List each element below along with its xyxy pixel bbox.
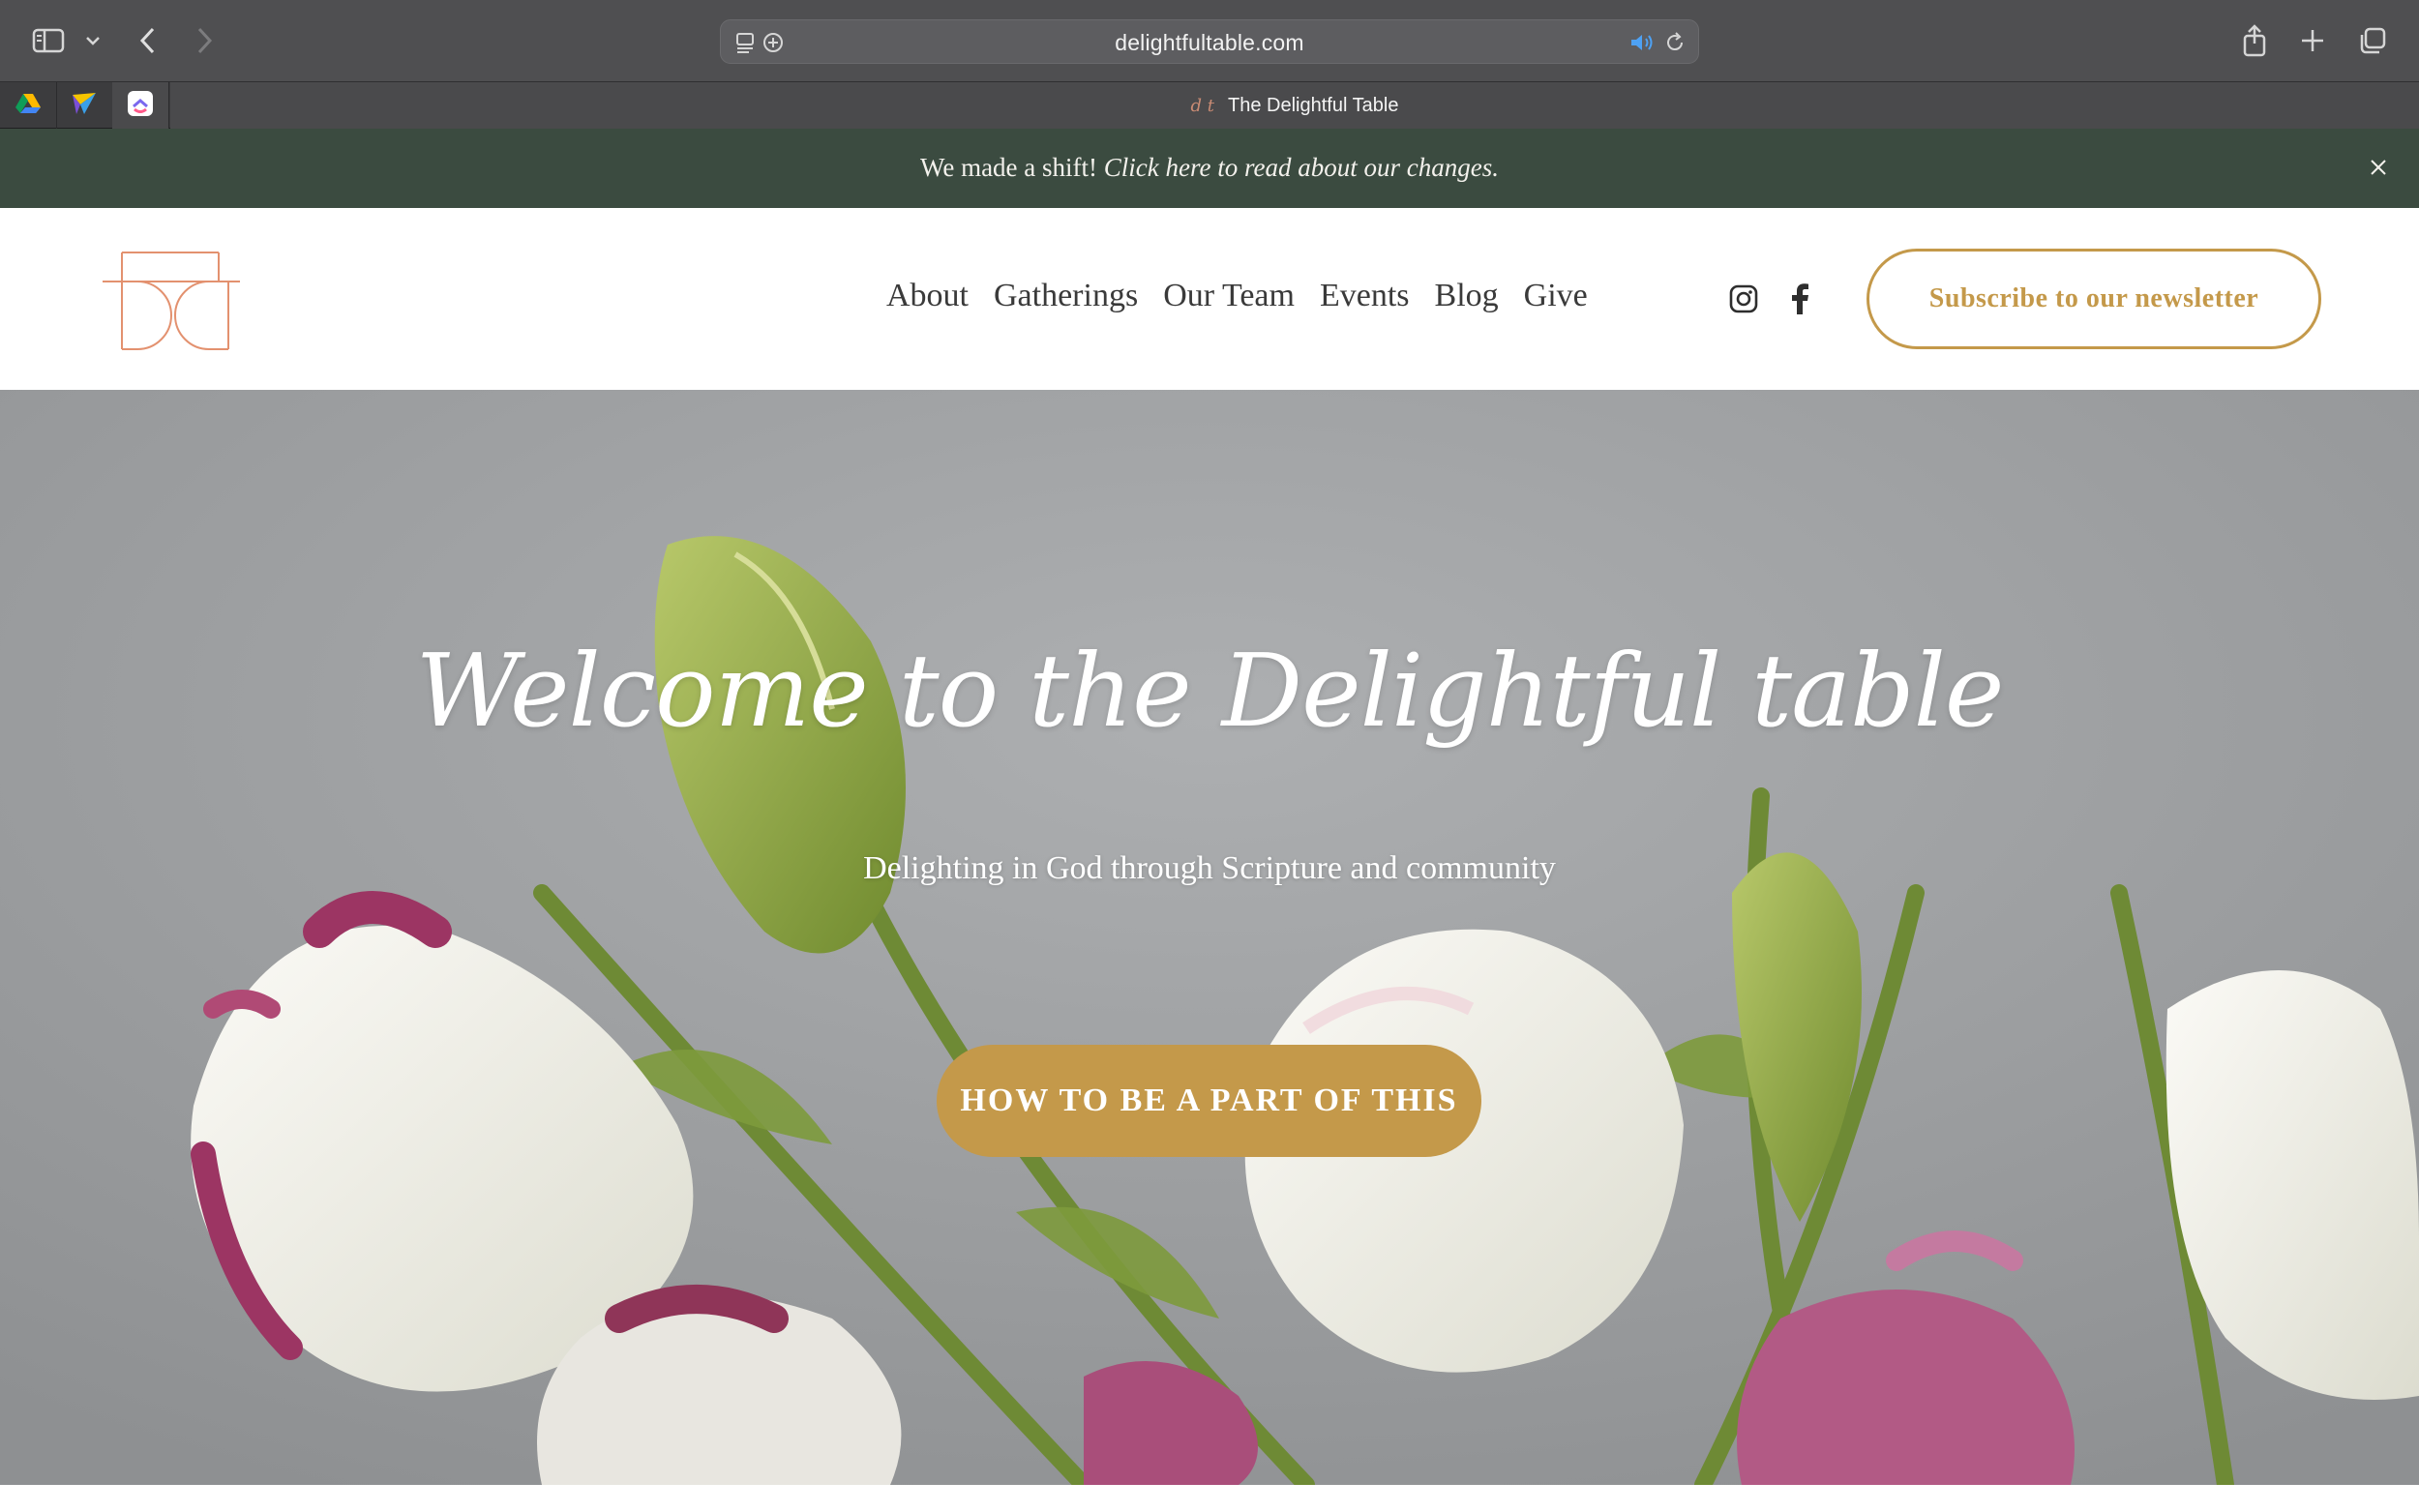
new-tab-icon[interactable] <box>2297 23 2328 58</box>
hero-subtitle: Delighting in God through Scripture and … <box>863 850 1556 886</box>
forward-icon[interactable] <box>188 23 221 58</box>
browser-toolbar: delightfultable.com <box>0 0 2419 81</box>
subscribe-button[interactable]: Subscribe to our newsletter <box>1867 249 2321 349</box>
nav-about[interactable]: About <box>886 278 969 314</box>
site-favicon-icon: d t <box>1190 95 1215 116</box>
nav-our-team[interactable]: Our Team <box>1163 278 1295 314</box>
tab-title: The Delightful Table <box>1228 94 1399 116</box>
back-icon[interactable] <box>132 23 164 58</box>
speaker-icon[interactable] <box>1628 31 1656 59</box>
tab-overview-icon[interactable] <box>2355 23 2390 58</box>
hero-title: Welcome to the Delightful table <box>415 632 2005 750</box>
url-text: delightfultable.com <box>1115 30 1304 55</box>
nav-gatherings[interactable]: Gatherings <box>994 278 1138 314</box>
facebook-icon[interactable] <box>1788 283 1811 319</box>
how-to-join-button[interactable]: HOW TO BE A PART OF THIS <box>937 1045 1481 1157</box>
site-logo[interactable] <box>101 249 242 360</box>
nav-events[interactable]: Events <box>1320 278 1410 314</box>
page-bottom-strip <box>0 1485 2419 1512</box>
google-drive-icon <box>15 92 42 120</box>
share-icon[interactable] <box>2237 21 2272 60</box>
paper-plane-icon <box>71 91 98 121</box>
chevron-down-icon[interactable] <box>81 29 105 52</box>
announcement-link[interactable]: Click here to read about our changes. <box>1104 153 1499 182</box>
main-nav: About Gatherings Our Team Events Blog Gi… <box>886 278 1588 314</box>
announcement-prefix: We made a shift! <box>920 153 1104 182</box>
pinned-tab-clickup[interactable] <box>112 82 169 129</box>
announcement-text: We made a shift! Click here to read abou… <box>0 153 2419 183</box>
instagram-icon[interactable] <box>1728 283 1759 319</box>
tab-strip: d t The Delightful Table <box>0 81 2419 129</box>
browser-chrome: delightfultable.com d t The Delightful T… <box>0 0 2419 129</box>
close-icon[interactable] <box>2361 150 2396 185</box>
pinned-tab-google-drive[interactable] <box>0 82 57 129</box>
hero-flower-image <box>0 390 2419 1485</box>
reload-icon[interactable] <box>1663 31 1687 59</box>
hero-section: Welcome to the Delightful table Delighti… <box>0 390 2419 1485</box>
pinned-tab-paper-plane[interactable] <box>56 82 113 129</box>
nav-give[interactable]: Give <box>1524 278 1588 314</box>
address-bar[interactable]: delightfultable.com <box>720 19 1699 64</box>
nav-blog[interactable]: Blog <box>1435 278 1499 314</box>
site-header: About Gatherings Our Team Events Blog Gi… <box>0 208 2419 390</box>
clickup-icon <box>127 90 154 122</box>
sidebar-toggle-icon[interactable] <box>29 23 68 58</box>
announcement-bar: We made a shift! Click here to read abou… <box>0 129 2419 208</box>
active-tab[interactable]: d t The Delightful Table <box>170 82 2419 129</box>
